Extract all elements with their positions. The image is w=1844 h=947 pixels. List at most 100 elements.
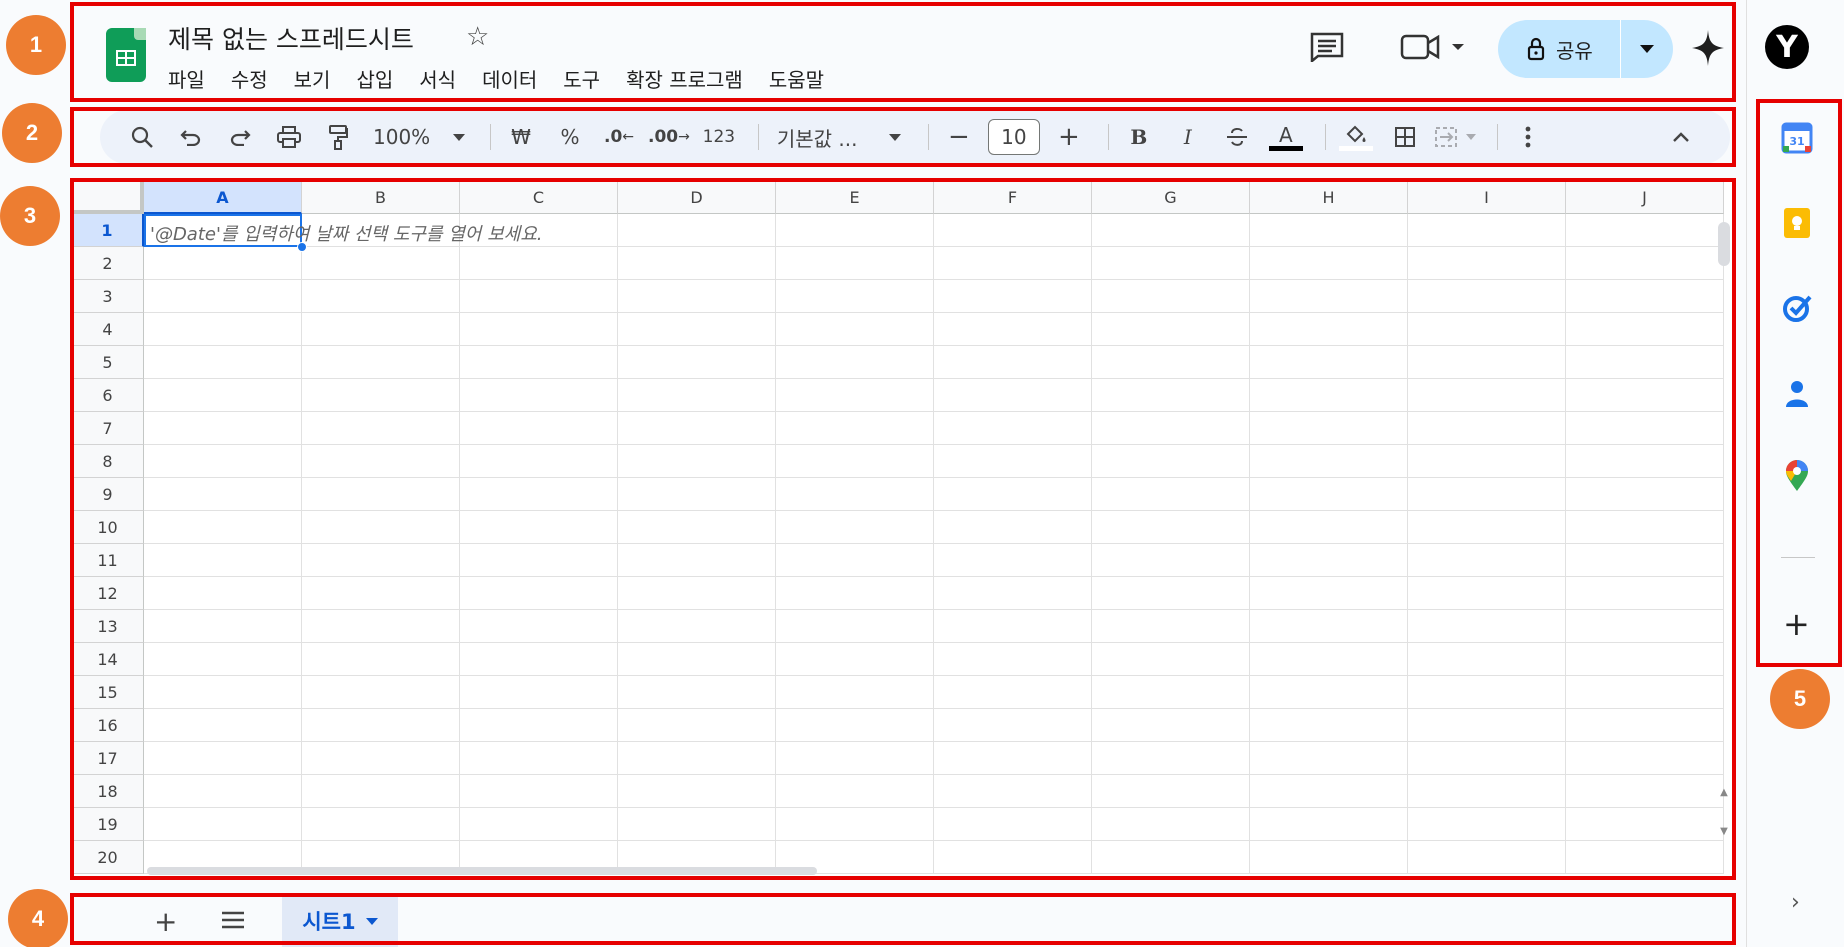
currency-format-button[interactable]: ₩ — [501, 117, 541, 157]
contacts-icon[interactable] — [1781, 377, 1813, 409]
scroll-up-icon[interactable]: ▲ — [1720, 787, 1728, 798]
menu-edit[interactable]: 수정 — [231, 64, 268, 93]
row-header[interactable]: 5 — [72, 346, 144, 379]
menu-data[interactable]: 데이터 — [482, 64, 537, 93]
maps-icon[interactable] — [1781, 460, 1813, 492]
svg-text:31: 31 — [1789, 135, 1804, 148]
share-dropdown-icon[interactable] — [1621, 45, 1673, 53]
menu-tools[interactable]: 도구 — [563, 64, 600, 93]
column-header[interactable]: E — [776, 182, 934, 214]
column-gridline — [1723, 214, 1724, 874]
row-header[interactable]: 2 — [72, 247, 144, 280]
meet-video-icon[interactable] — [1400, 32, 1470, 62]
row-header[interactable]: 3 — [72, 280, 144, 313]
fill-color-icon[interactable] — [1336, 117, 1376, 157]
row-header[interactable]: 15 — [72, 676, 144, 709]
add-sheet-icon[interactable]: + — [154, 905, 177, 938]
menu-bar: 파일 수정 보기 삽입 서식 데이터 도구 확장 프로그램 도움말 — [168, 64, 824, 93]
gemini-spark-icon[interactable] — [1690, 28, 1726, 68]
redo-icon[interactable] — [220, 117, 260, 157]
column-header[interactable]: D — [618, 182, 776, 214]
bold-button[interactable]: B — [1119, 117, 1159, 157]
row-header[interactable]: 14 — [72, 643, 144, 676]
account-avatar[interactable]: Y — [1765, 25, 1809, 69]
paint-format-icon[interactable] — [318, 117, 358, 157]
menu-help[interactable]: 도움말 — [769, 64, 824, 93]
row-header[interactable]: 18 — [72, 775, 144, 808]
menu-insert[interactable]: 삽입 — [356, 64, 393, 93]
font-size-field[interactable]: 10 — [987, 117, 1040, 157]
column-header[interactable]: G — [1092, 182, 1250, 214]
column-gridline — [933, 214, 934, 874]
sheet-tab[interactable]: 시트1 — [282, 895, 398, 947]
row-header[interactable]: 17 — [72, 742, 144, 775]
menu-view[interactable]: 보기 — [294, 64, 331, 93]
tasks-icon[interactable] — [1781, 292, 1813, 324]
keep-icon[interactable] — [1781, 207, 1813, 239]
document-title[interactable]: 제목 없는 스프레드시트 — [168, 20, 414, 56]
text-color-button[interactable]: A — [1266, 117, 1306, 157]
row-header[interactable]: 11 — [72, 544, 144, 577]
font-select[interactable]: 기본값 ... — [769, 117, 909, 157]
row-header[interactable]: 7 — [72, 412, 144, 445]
chevron-up-icon[interactable] — [1661, 117, 1701, 157]
row-header[interactable]: 20 — [72, 841, 144, 874]
row-header[interactable]: 16 — [72, 709, 144, 742]
column-header[interactable]: H — [1250, 182, 1408, 214]
number-format-button[interactable]: 123 — [699, 117, 739, 157]
row-header[interactable]: 19 — [72, 808, 144, 841]
row-header[interactable]: 9 — [72, 478, 144, 511]
comment-icon[interactable] — [1310, 32, 1344, 62]
star-icon[interactable]: ☆ — [466, 22, 489, 52]
undo-icon[interactable] — [171, 117, 211, 157]
chevron-down-icon[interactable] — [365, 917, 378, 925]
zoom-select[interactable]: 100% — [367, 117, 471, 157]
zoom-value: 100% — [373, 125, 431, 149]
row-header[interactable]: 6 — [72, 379, 144, 412]
row-header[interactable]: 8 — [72, 445, 144, 478]
borders-icon[interactable] — [1385, 117, 1425, 157]
menu-extensions[interactable]: 확장 프로그램 — [626, 64, 743, 93]
more-options-icon[interactable] — [1508, 117, 1548, 157]
menu-format[interactable]: 서식 — [419, 64, 456, 93]
share-main-button[interactable]: 공유 — [1498, 20, 1620, 78]
merge-cells-icon[interactable] — [1434, 117, 1478, 157]
annotation-marker-4: 4 — [8, 889, 68, 947]
row-header[interactable]: 4 — [72, 313, 144, 346]
share-button[interactable]: 공유 — [1498, 20, 1673, 78]
select-all-corner[interactable] — [72, 182, 144, 214]
horizontal-scrollbar[interactable] — [147, 867, 817, 875]
column-header[interactable]: A — [144, 182, 302, 214]
search-icon[interactable] — [122, 117, 162, 157]
italic-button[interactable]: I — [1168, 117, 1208, 157]
font-size-value[interactable]: 10 — [987, 119, 1040, 155]
column-header[interactable]: J — [1566, 182, 1724, 214]
row-gridline — [144, 411, 1724, 412]
column-header[interactable]: I — [1408, 182, 1566, 214]
increase-decimal-button[interactable]: .00 → — [648, 117, 690, 157]
strikethrough-icon[interactable] — [1217, 117, 1257, 157]
scroll-down-icon[interactable]: ▼ — [1720, 826, 1728, 837]
column-header[interactable]: B — [302, 182, 460, 214]
date-picker-hint: '@Date'를 입력하여 날짜 선택 도구를 열어 보세요. — [150, 224, 543, 245]
add-addon-icon[interactable]: + — [1783, 605, 1810, 643]
column-header[interactable]: F — [934, 182, 1092, 214]
percent-format-button[interactable]: % — [550, 117, 590, 157]
calendar-icon[interactable]: 31 — [1781, 122, 1813, 154]
row-header[interactable]: 13 — [72, 610, 144, 643]
vertical-scrollbar[interactable] — [1718, 222, 1730, 266]
all-sheets-menu-icon[interactable] — [220, 907, 246, 933]
decrease-font-size-button[interactable]: − — [939, 117, 979, 157]
menu-file[interactable]: 파일 — [168, 64, 205, 93]
row-header[interactable]: 1 — [72, 214, 144, 247]
row-header[interactable]: 12 — [72, 577, 144, 610]
row-header[interactable]: 10 — [72, 511, 144, 544]
chevron-right-icon[interactable]: › — [1791, 890, 1800, 915]
increase-font-size-button[interactable]: + — [1049, 117, 1089, 157]
scroll-arrows[interactable]: ▲ ▼ — [1716, 787, 1732, 837]
print-icon[interactable] — [269, 117, 309, 157]
sheets-logo-icon[interactable] — [106, 28, 146, 82]
decrease-decimal-button[interactable]: .0 ← — [599, 117, 639, 157]
column-header[interactable]: C — [460, 182, 618, 214]
spreadsheet-grid[interactable]: A B C D E F G H I J 1 2 3 4 5 6 7 8 9 10 11 12 13 14 1… — [72, 182, 1732, 877]
